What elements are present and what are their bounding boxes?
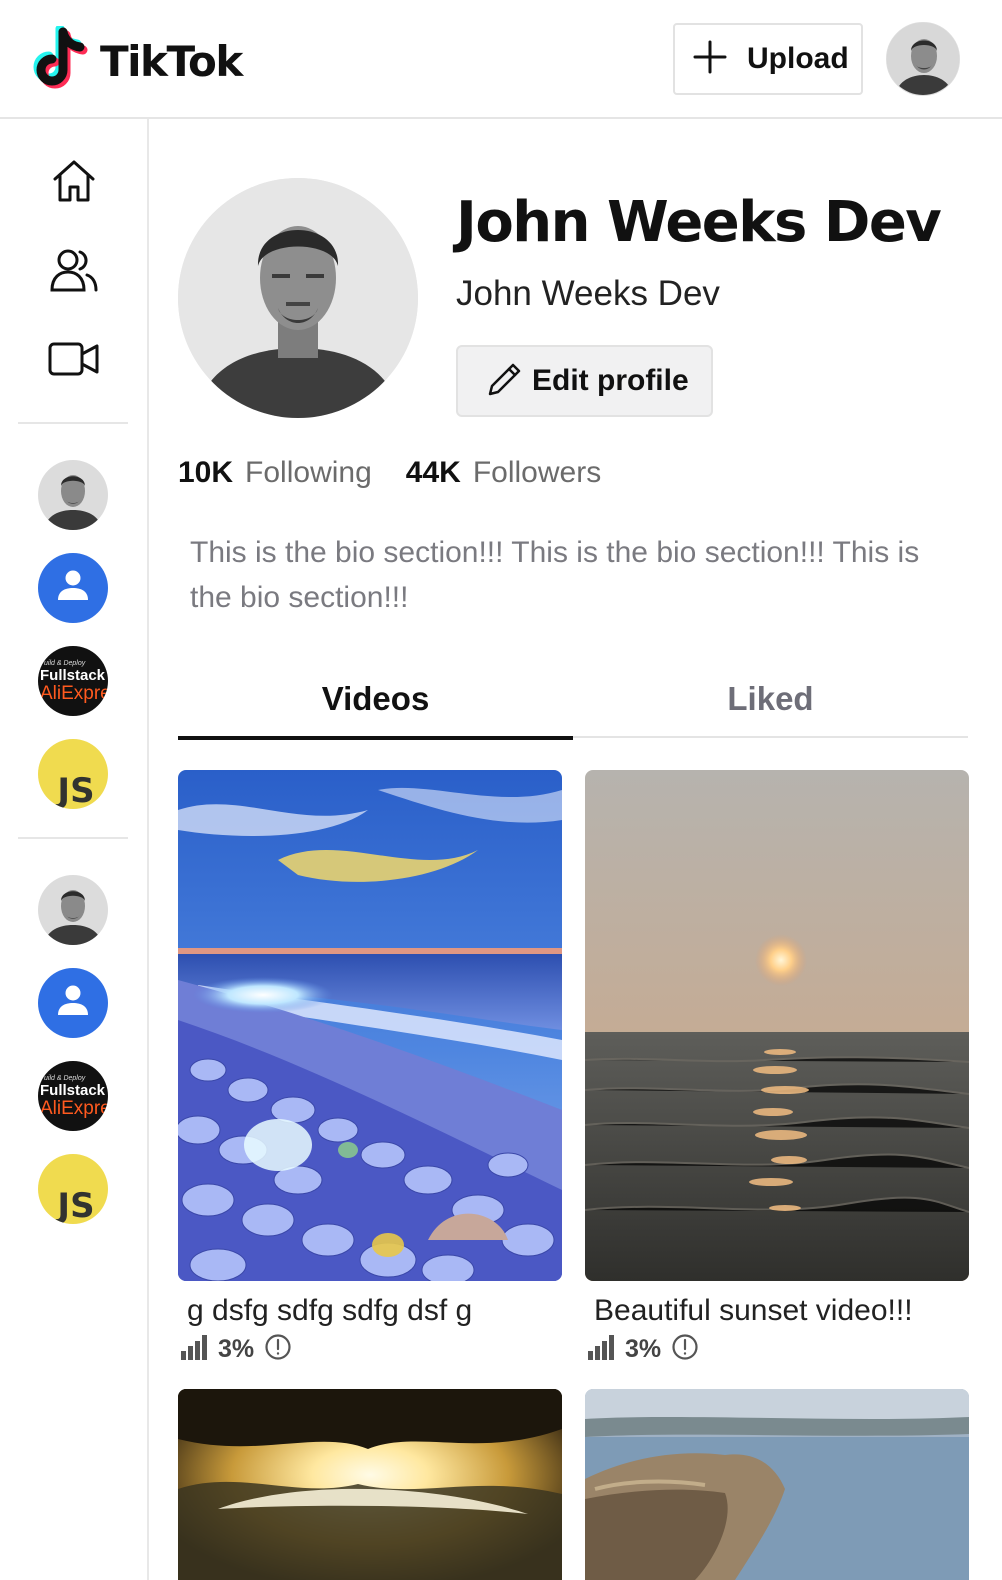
followers-count: 44K [405, 456, 461, 489]
home-icon [50, 157, 98, 210]
profile-avatar[interactable] [178, 178, 418, 418]
edit-profile-label: Edit profile [532, 364, 689, 397]
profile-tabs: Videos Liked [178, 660, 968, 740]
users-icon [49, 245, 99, 300]
person-icon [53, 566, 93, 611]
video-thumbnail[interactable] [178, 770, 562, 1281]
tab-videos[interactable]: Videos [178, 660, 573, 740]
js-logo-text: JS [57, 1186, 95, 1224]
tab-liked[interactable]: Liked [573, 660, 968, 738]
sidebar-home[interactable] [46, 155, 102, 211]
video-percent: 3% [218, 1335, 255, 1363]
video-title: g dsfg sdfg sdfg dsf g [187, 1294, 473, 1327]
brand-name: TikTok [100, 37, 243, 86]
pencil-icon [486, 360, 524, 403]
video-stats: 3% [180, 1333, 292, 1366]
sidebar-account-default[interactable] [38, 968, 108, 1038]
sidebar-account-js[interactable]: JS [38, 1154, 108, 1224]
sidebar-divider [18, 837, 128, 839]
video-thumbnail[interactable] [585, 1389, 969, 1580]
tiktok-logo[interactable]: TikTok [30, 24, 243, 97]
top-bar: TikTok Upload [0, 0, 1002, 119]
profile-username: John Weeks Dev [456, 274, 720, 313]
js-logo-text: JS [57, 771, 95, 809]
sidebar: uild & Deploy Fullstack AliExpre JS uild… [0, 119, 149, 1580]
person-icon [53, 981, 93, 1026]
video-title: Beautiful sunset video!!! [594, 1294, 913, 1327]
info-icon[interactable] [671, 1333, 699, 1366]
plus-icon [693, 40, 727, 79]
tiktok-note-icon [30, 24, 90, 97]
user-avatar[interactable] [886, 22, 960, 96]
following-label[interactable]: Following [245, 456, 372, 490]
video-thumbnail[interactable] [585, 770, 969, 1281]
video-camera-icon [48, 339, 100, 384]
sidebar-divider [18, 422, 128, 424]
aliexpress-label: AliExpre [40, 682, 108, 704]
profile-name: John Weeks Dev [456, 190, 942, 255]
sidebar-account-default[interactable] [38, 553, 108, 623]
fullstack-label: Fullstack [40, 1081, 106, 1099]
bar-chart-icon [180, 1333, 208, 1366]
sidebar-following[interactable] [46, 244, 102, 300]
video-thumbnail[interactable] [178, 1389, 562, 1580]
sidebar-account-avatar[interactable] [38, 460, 108, 530]
upload-label: Upload [747, 42, 849, 75]
bar-chart-icon [587, 1333, 615, 1366]
profile-bio: This is the bio section!!! This is the b… [190, 536, 920, 614]
aliexpress-label: AliExpre [40, 1097, 108, 1119]
followers-label[interactable]: Followers [473, 456, 601, 490]
following-count: 10K [178, 456, 234, 489]
profile-stats: 10K Following 44K Followers [178, 456, 601, 490]
sidebar-account-avatar[interactable] [38, 875, 108, 945]
video-stats: 3% [587, 1333, 699, 1366]
fullstack-label: Fullstack [40, 666, 106, 684]
sidebar-account-fullstack[interactable]: uild & Deploy Fullstack AliExpre [38, 1061, 108, 1131]
video-percent: 3% [625, 1335, 662, 1363]
sidebar-account-js[interactable]: JS [38, 739, 108, 809]
info-icon[interactable] [264, 1333, 292, 1366]
edit-profile-button[interactable]: Edit profile [456, 345, 713, 417]
sidebar-account-fullstack[interactable]: uild & Deploy Fullstack AliExpre [38, 646, 108, 716]
upload-button[interactable]: Upload [673, 23, 863, 95]
sidebar-live[interactable] [46, 333, 102, 389]
